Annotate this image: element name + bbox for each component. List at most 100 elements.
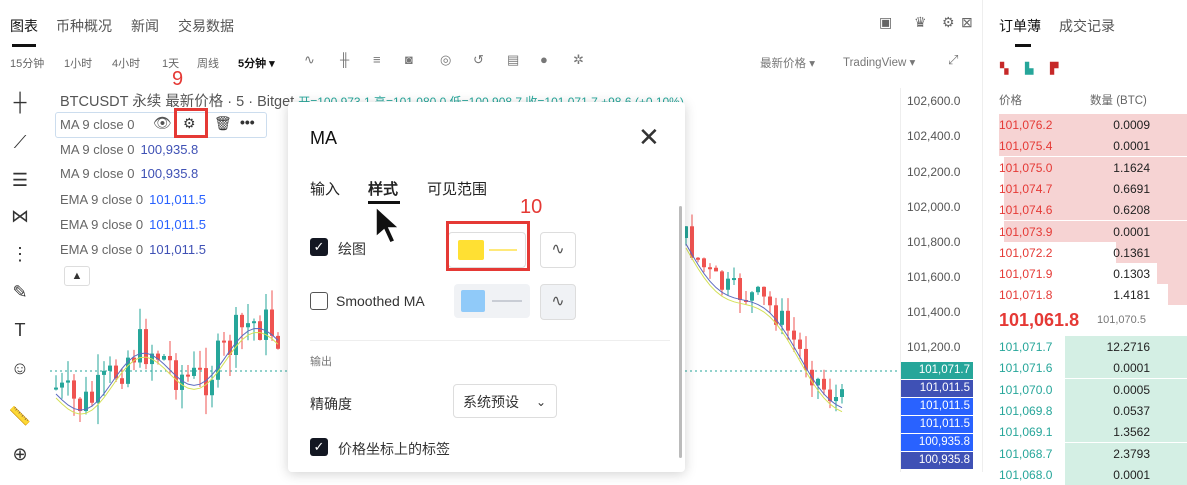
- tab-trade-data[interactable]: 交易数据: [178, 16, 234, 36]
- alert-icon[interactable]: ♛: [914, 14, 927, 31]
- orderbook-row[interactable]: 101,071.90.1303: [983, 263, 1187, 284]
- chevron-down-icon: ⌄: [536, 385, 546, 419]
- smoothed-color-button[interactable]: [454, 284, 530, 318]
- order-price: 101,076.2: [999, 118, 1052, 132]
- orderbook-row[interactable]: 101,071.712.2716: [983, 336, 1187, 357]
- close-panel-icon[interactable]: ⊠: [961, 14, 973, 31]
- orderbook-row[interactable]: 101,068.0 0.0001: [983, 464, 1187, 485]
- tab-chart[interactable]: 图表: [10, 16, 38, 36]
- compare-icon[interactable]: ≡: [373, 52, 381, 67]
- tab-visibility[interactable]: 可见范围: [427, 178, 487, 199]
- candle: [264, 294, 268, 355]
- interval-5m-dropdown[interactable]: 5分钟 ▾: [238, 55, 275, 71]
- indicator-row[interactable]: EMA 9 close 0101,011.5: [60, 192, 206, 207]
- settings-icon[interactable]: ⚙: [942, 14, 955, 31]
- screenshot-icon[interactable]: ◙: [405, 52, 413, 67]
- order-price: 101,068.0: [999, 468, 1052, 482]
- line-style-icon[interactable]: ∿: [540, 284, 576, 320]
- order-price: 101,072.2: [999, 246, 1052, 260]
- interval-15m[interactable]: 15分钟: [10, 55, 44, 71]
- order-price: 101,070.0: [999, 383, 1052, 397]
- pattern-icon[interactable]: ⋈: [6, 206, 34, 227]
- order-price: 101,069.1: [999, 425, 1052, 439]
- divider: [310, 340, 670, 341]
- candle: [54, 375, 58, 390]
- fullscreen-icon[interactable]: ⤢: [948, 52, 958, 68]
- orderbook-row[interactable]: 101,070.0 0.0005: [983, 379, 1187, 400]
- indicator-row[interactable]: EMA 9 close 0101,011.5: [60, 242, 206, 257]
- source-dropdown[interactable]: TradingView ▾: [843, 55, 915, 69]
- orderbook-row[interactable]: 101,071.60.0001: [983, 357, 1187, 378]
- interval-4h[interactable]: 4小时: [112, 55, 140, 71]
- tab-inputs[interactable]: 输入: [310, 178, 340, 199]
- indicator-row[interactable]: MA 9 close 0100,935.8: [60, 142, 198, 157]
- smoothed-ma-label: Smoothed MA: [336, 293, 425, 309]
- candle-type-icon[interactable]: ╫: [340, 52, 349, 67]
- tab-trade-history[interactable]: 成交记录: [1059, 16, 1115, 36]
- visibility-eye-icon[interactable]: 👁: [153, 114, 172, 132]
- trendline-icon[interactable]: ⟋: [6, 132, 34, 153]
- projection-icon[interactable]: ⋮: [6, 244, 34, 265]
- orderbook-row[interactable]: 101,069.11.3562: [983, 421, 1187, 442]
- layout-icon[interactable]: ▣: [879, 14, 892, 31]
- order-price: 101,073.9: [999, 225, 1052, 239]
- orderbook-row[interactable]: 101,075.01.1624: [983, 157, 1187, 178]
- emoji-icon[interactable]: ☺: [6, 358, 34, 379]
- order-quantity: 0.0001: [1113, 468, 1150, 482]
- orderbook-row[interactable]: 101,068.72.3793: [983, 443, 1187, 464]
- orderbook-row[interactable]: 101,069.80.0537: [983, 400, 1187, 421]
- price-axis[interactable]: 102,600.0 102,400.0 102,200.0 102,000.0 …: [900, 88, 976, 472]
- indicator-value: 100,935.8: [140, 142, 198, 157]
- view-both-icon[interactable]: ▚: [1000, 62, 1008, 75]
- brush-icon[interactable]: ✎: [6, 282, 34, 303]
- price-tag-ema: 101,011.5: [901, 416, 973, 433]
- chart-settings-icon[interactable]: ✲: [573, 52, 584, 68]
- active-tab-underline: [368, 201, 400, 204]
- view-bids-icon[interactable]: ▙: [1025, 62, 1033, 75]
- candle: [162, 354, 166, 361]
- orderbook-row[interactable]: 101,074.60.6208: [983, 199, 1187, 220]
- tab-news[interactable]: 新闻: [131, 16, 159, 36]
- indicators-icon[interactable]: ∿: [304, 52, 315, 68]
- indicator-row[interactable]: EMA 9 close 0101,011.5: [60, 217, 206, 232]
- view-asks-icon[interactable]: ▛: [1050, 62, 1058, 75]
- precision-select[interactable]: 系统预设⌄: [453, 384, 557, 418]
- line-style-icon[interactable]: ∿: [540, 232, 576, 268]
- delete-icon[interactable]: 🗑: [214, 115, 232, 132]
- smoothed-ma-checkbox[interactable]: [310, 292, 328, 310]
- ruler-icon[interactable]: 📏: [6, 406, 34, 427]
- order-quantity: 0.0005: [1113, 383, 1150, 397]
- orderbook-row[interactable]: 101,074.70.6691: [983, 178, 1187, 199]
- price-scale-label-checkbox[interactable]: ✓: [310, 438, 328, 456]
- price-mode-dropdown[interactable]: 最新价格 ▾: [760, 55, 815, 71]
- text-icon[interactable]: T: [6, 320, 34, 341]
- more-icon[interactable]: •••: [240, 114, 255, 130]
- zoom-icon[interactable]: ⊕: [6, 444, 34, 465]
- interval-1h[interactable]: 1小时: [64, 55, 92, 71]
- fib-icon[interactable]: ☰: [6, 170, 34, 191]
- template-icon[interactable]: ▤: [507, 52, 519, 68]
- collapse-legend-button[interactable]: ▲: [64, 266, 90, 286]
- close-icon[interactable]: ✕: [638, 122, 660, 153]
- orderbook-row[interactable]: 101,072.20.1361: [983, 242, 1187, 263]
- alarm-icon[interactable]: ◎: [440, 52, 451, 68]
- price-tag-ma: 100,935.8: [901, 452, 973, 469]
- candle: [762, 286, 766, 305]
- crosshair-icon[interactable]: ┼: [6, 92, 34, 113]
- orderbook-row[interactable]: 101,076.20.0009: [983, 114, 1187, 135]
- price-axis-label: 101,200.0: [907, 340, 960, 354]
- active-tab-underline: [12, 44, 36, 47]
- orderbook-row[interactable]: 101,071.81.4181: [983, 284, 1187, 305]
- tab-coin-overview[interactable]: 币种概况: [56, 16, 112, 36]
- dialog-scrollbar[interactable]: [679, 206, 682, 458]
- orderbook-row[interactable]: 101,075.40.0001: [983, 135, 1187, 156]
- indicator-row[interactable]: MA 9 close 0: [60, 117, 134, 132]
- indicator-row[interactable]: MA 9 close 0100,935.8: [60, 166, 198, 181]
- orderbook-row[interactable]: 101,073.90.0001: [983, 221, 1187, 242]
- replay-icon[interactable]: ↺: [473, 52, 484, 68]
- record-icon[interactable]: ●: [540, 52, 548, 67]
- interval-week[interactable]: 周线: [197, 55, 219, 71]
- tab-order-book[interactable]: 订单薄: [999, 16, 1041, 36]
- tab-style[interactable]: 样式: [368, 178, 398, 199]
- plot-checkbox[interactable]: ✓: [310, 238, 328, 256]
